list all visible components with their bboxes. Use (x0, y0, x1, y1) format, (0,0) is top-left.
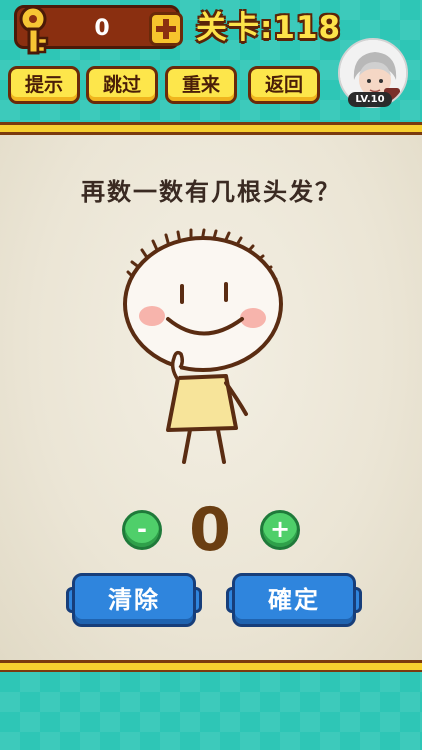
add-key-button[interactable] (149, 12, 183, 46)
key-icon (19, 5, 49, 55)
avatar-level-badge: LV.10 (348, 92, 392, 107)
top-bar: 0 关卡:118 提示 跳过 重来 返回 LV.10 (0, 0, 422, 122)
increase-button[interactable]: + (260, 510, 300, 550)
restart-button[interactable]: 重来 (165, 66, 237, 104)
counter-value: 0 (189, 495, 231, 565)
stick-figure[interactable] (118, 228, 298, 468)
question-text: 再数一数有几根头发？ (81, 178, 341, 206)
confirm-button[interactable]: 確定 (226, 573, 362, 627)
confirm-button-label: 確定 (268, 586, 320, 614)
decrease-button[interactable]: - (122, 510, 162, 550)
top-divider (0, 122, 422, 135)
hint-button[interactable]: 提示 (8, 66, 80, 104)
key-count: 0 (94, 16, 110, 41)
skip-button[interactable]: 跳过 (86, 66, 158, 104)
clear-button[interactable]: 清除 (66, 573, 202, 627)
clear-button-label: 清除 (108, 586, 160, 614)
back-button[interactable]: 返回 (248, 66, 320, 104)
plus-icon (156, 19, 176, 39)
key-counter: 0 (14, 5, 183, 55)
bottom-bar (0, 672, 422, 750)
level-label: 关卡:118 (196, 10, 342, 46)
